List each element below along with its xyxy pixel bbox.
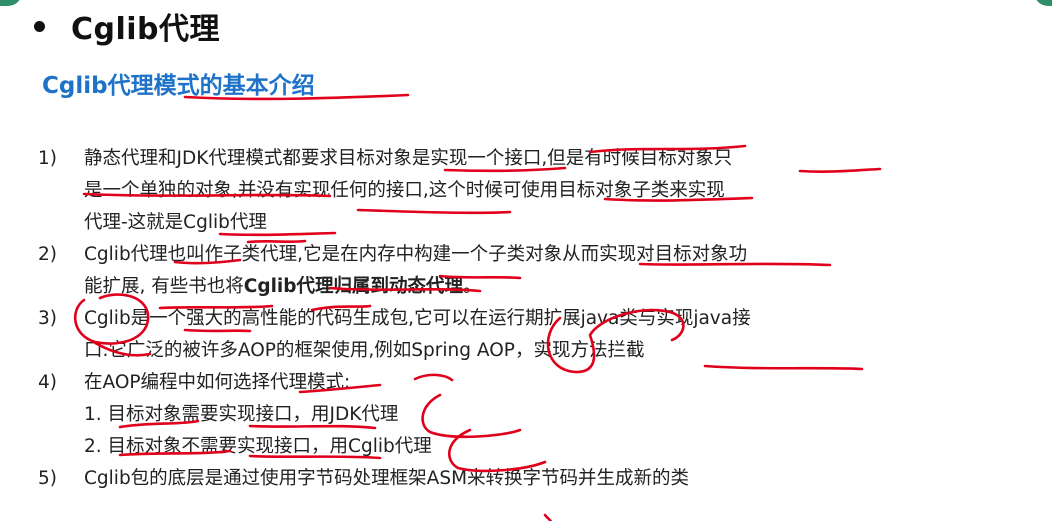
item-number: 3) (38, 308, 57, 329)
item-subline: 2. 目标对象不需要实现接口，用Cglib代理 (84, 436, 432, 457)
item-line: 是一个单独的对象,并没有实现任何的接口,这个时候可使用目标对象子类来实现 (84, 180, 725, 201)
item-line: 代理-这就是Cglib代理 (84, 212, 267, 233)
item-line-bold: Cglib代理归属到动态代理 (243, 276, 464, 297)
item-body: 在AOP编程中如何选择代理模式: 1. 目标对象需要实现接口，用JDK代理 2.… (84, 367, 1038, 463)
item-body: 静态代理和JDK代理模式都要求目标对象是实现一个接口,但是有时候目标对象只 是一… (84, 143, 1038, 239)
item-number: 4) (38, 372, 57, 393)
item-number: 1) (38, 148, 57, 169)
underline-stroke (543, 513, 552, 521)
item-line: Cglib是一个强大的高性能的代码生成包,它可以在运行期扩展java类与实现ja… (84, 308, 751, 329)
item-line-mixed: 能扩展, 有些书也将Cglib代理归属到动态代理。 (84, 271, 1038, 303)
item-number: 5) (38, 468, 57, 489)
item-body: Cglib包的底层是通过使用字节码处理框架ASM来转换字节码并生成新的类 (84, 463, 1038, 495)
header: Cglib代理 (34, 4, 220, 48)
item-line-suffix: 。 (463, 276, 482, 297)
list-item-2: 2) Cglib代理也叫作子类代理,它是在内存中构建一个子类对象从而实现对目标对… (38, 239, 1038, 303)
item-line-prefix: 能扩展, 有些书也将 (84, 276, 244, 297)
item-line: 在AOP编程中如何选择代理模式: (84, 372, 351, 393)
list-item-1: 1) 静态代理和JDK代理模式都要求目标对象是实现一个接口,但是有时候目标对象只… (38, 143, 1038, 239)
list-item-5: 5) Cglib包的底层是通过使用字节码处理框架ASM来转换字节码并生成新的类 (38, 463, 1038, 495)
list-item-4: 4) 在AOP编程中如何选择代理模式: 1. 目标对象需要实现接口，用JDK代理… (38, 367, 1038, 463)
corner-decoration-left (0, 0, 22, 6)
bullet-icon (34, 20, 45, 32)
corner-decoration-right (1034, 0, 1052, 6)
item-line: Cglib包的底层是通过使用字节码处理框架ASM来转换字节码并生成新的类 (84, 468, 690, 489)
item-body: Cglib代理也叫作子类代理,它是在内存中构建一个子类对象从而实现对目标对象功 … (84, 239, 1038, 303)
item-number: 2) (38, 244, 57, 265)
slide: Cglib代理 Cglib代理模式的基本介绍 1) 静态代理和JDK代理模式都要… (0, 0, 1052, 521)
page-title: Cglib代理 (71, 12, 221, 47)
item-body: Cglib是一个强大的高性能的代码生成包,它可以在运行期扩展java类与实现ja… (84, 303, 1038, 367)
point-list: 1) 静态代理和JDK代理模式都要求目标对象是实现一个接口,但是有时候目标对象只… (38, 143, 1038, 495)
item-line: 口.它广泛的被许多AOP的框架使用,例如Spring AOP，实现方法拦截 (84, 340, 645, 361)
item-subline: 1. 目标对象需要实现接口，用JDK代理 (84, 404, 399, 425)
item-line: 静态代理和JDK代理模式都要求目标对象是实现一个接口,但是有时候目标对象只 (84, 148, 733, 169)
list-item-3: 3) Cglib是一个强大的高性能的代码生成包,它可以在运行期扩展java类与实… (38, 303, 1038, 367)
section-subtitle: Cglib代理模式的基本介绍 (42, 73, 315, 99)
item-line: Cglib代理也叫作子类代理,它是在内存中构建一个子类对象从而实现对目标对象功 (84, 244, 748, 265)
